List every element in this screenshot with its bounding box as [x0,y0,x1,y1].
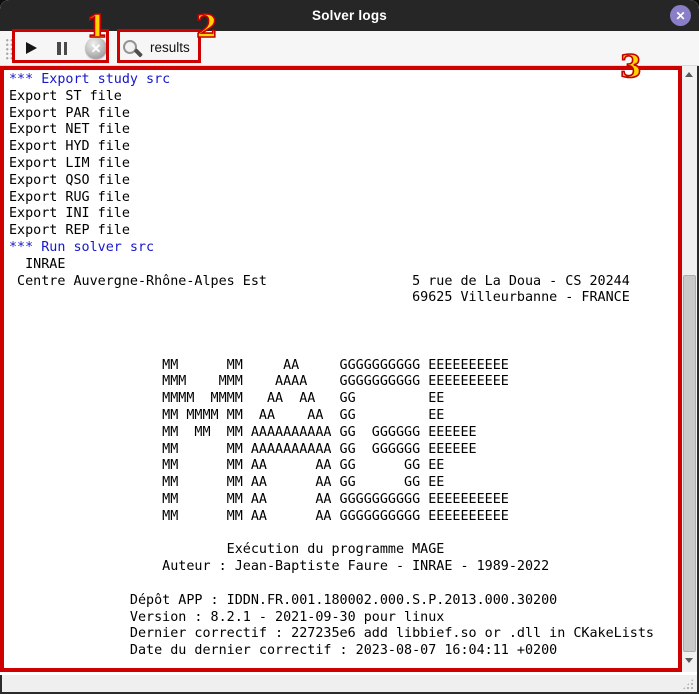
scrollbar-up-icon[interactable] [685,72,693,77]
annotation-number-3: 3 [620,52,642,83]
annotation-number-1: 1 [86,12,108,43]
scrollbar-down-icon[interactable] [685,658,693,663]
window-title: Solver logs [312,8,387,23]
annotation-box-2 [117,29,201,63]
vertical-scrollbar[interactable] [681,66,697,672]
resize-grip-icon[interactable] [682,678,694,690]
close-button[interactable]: ✕ [670,5,691,26]
window-bottom-strip [0,675,699,694]
annotation-number-2: 2 [196,12,218,43]
close-icon: ✕ [675,9,685,23]
scrollbar-thumb[interactable] [683,275,696,652]
solver-logs-window: Solver logs ✕ ✕ results *** Export study… [0,0,699,694]
annotation-box-3 [0,66,682,672]
